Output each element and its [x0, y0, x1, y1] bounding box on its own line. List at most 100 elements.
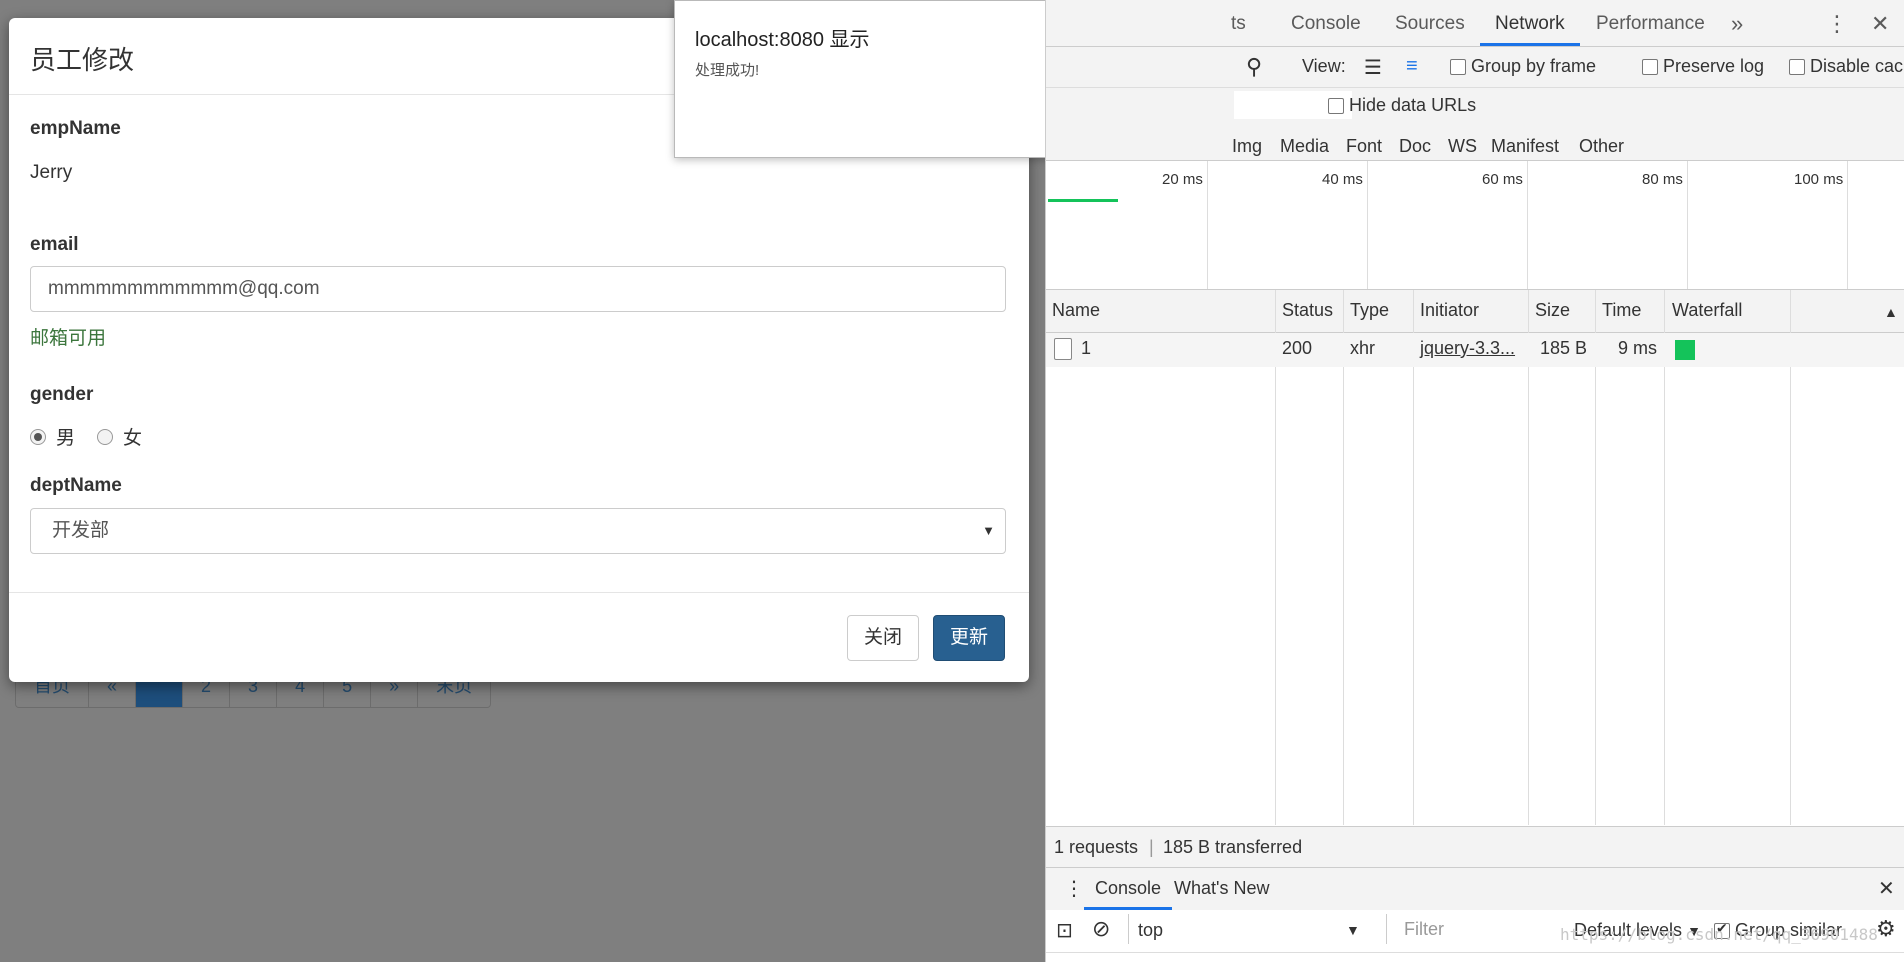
- view-label: View:: [1302, 56, 1346, 76]
- preserve-log-checkbox[interactable]: [1642, 59, 1658, 76]
- drawer-tab-whats-new[interactable]: What's New: [1174, 878, 1269, 899]
- filter-doc[interactable]: Doc: [1399, 136, 1431, 157]
- network-summary-bar: 1 requests | 185 B transferred: [1046, 826, 1904, 868]
- email-input[interactable]: mmmmmmmmmmmm@qq.com: [30, 266, 1006, 312]
- column-divider[interactable]: [1595, 290, 1596, 825]
- disable-cache-label: Disable cac: [1810, 56, 1904, 76]
- gender-female-label: 女: [123, 428, 143, 449]
- drawer-menu-icon[interactable]: ⋮: [1064, 876, 1084, 901]
- group-by-frame-checkbox[interactable]: [1450, 59, 1466, 76]
- timeline-gridline: [1847, 161, 1848, 289]
- waterfall-view-icon[interactable]: ≡: [1406, 55, 1418, 78]
- row-status: 200: [1282, 338, 1313, 358]
- kebab-menu-icon[interactable]: ⋮: [1826, 0, 1848, 46]
- dept-select[interactable]: 开发部 ▼: [30, 508, 1006, 554]
- close-icon[interactable]: ✕: [1871, 0, 1889, 46]
- email-label: email: [30, 234, 79, 255]
- modal-title: 员工修改: [30, 45, 135, 75]
- close-button[interactable]: 关闭: [847, 615, 920, 661]
- timeline-tick: 20 ms: [1162, 171, 1203, 188]
- sort-up-icon[interactable]: ▲: [1884, 304, 1898, 320]
- gender-male-radio[interactable]: [30, 428, 46, 445]
- gender-radio-group: 男 女: [30, 423, 142, 450]
- col-name[interactable]: Name: [1052, 300, 1100, 321]
- tab-network[interactable]: Network: [1480, 0, 1580, 46]
- network-timeline[interactable]: 20 ms 40 ms 60 ms 80 ms 100 ms: [1046, 161, 1904, 290]
- timeline-tick: 60 ms: [1482, 171, 1523, 188]
- context-chevron-down-icon: ▼: [1346, 922, 1360, 938]
- watermark: https://blog.csdn.net/qq_36901488: [1560, 925, 1878, 944]
- drawer-tabbar: ⋮ Console What's New ✕: [1046, 867, 1904, 911]
- timeline-gridline: [1367, 161, 1368, 289]
- gear-icon[interactable]: ⚙: [1876, 916, 1896, 942]
- col-status[interactable]: Status: [1282, 300, 1333, 321]
- filter-font[interactable]: Font: [1346, 136, 1382, 157]
- tab-elements[interactable]: ts: [1231, 0, 1246, 46]
- sidebar-toggle-icon[interactable]: ⊡: [1056, 918, 1073, 943]
- list-view-icon[interactable]: ☰: [1364, 55, 1382, 80]
- network-toolbar: ⚲ View: ☰ ≡ Group by frame Preserve log …: [1046, 47, 1904, 88]
- emp-name-label: empName: [30, 118, 121, 139]
- alert-message: 处理成功!: [695, 62, 760, 79]
- preserve-log-option[interactable]: Preserve log: [1642, 56, 1764, 77]
- disable-cache-option[interactable]: Disable cac: [1789, 56, 1903, 77]
- preserve-log-label: Preserve log: [1663, 56, 1765, 76]
- modal-footer: 关闭 更新: [9, 592, 1029, 683]
- filter-manifest[interactable]: Manifest: [1491, 136, 1559, 157]
- dept-label: deptName: [30, 475, 122, 496]
- clear-console-icon[interactable]: ⊘: [1092, 916, 1110, 942]
- timeline-gridline: [1207, 161, 1208, 289]
- row-initiator-link[interactable]: jquery-3.3...: [1420, 338, 1515, 359]
- context-value: top: [1138, 920, 1164, 940]
- timeline-gridline: [1687, 161, 1688, 289]
- column-divider[interactable]: [1413, 290, 1414, 825]
- gender-label: gender: [30, 384, 94, 405]
- col-waterfall[interactable]: Waterfall: [1672, 300, 1742, 321]
- tab-performance[interactable]: Performance: [1596, 0, 1705, 46]
- column-divider[interactable]: [1528, 290, 1529, 825]
- col-type[interactable]: Type: [1350, 300, 1389, 321]
- col-time[interactable]: Time: [1602, 300, 1641, 321]
- summary-requests: 1 requests: [1054, 837, 1139, 857]
- search-icon[interactable]: ⚲: [1246, 54, 1262, 80]
- toolbar-divider: [1386, 914, 1387, 944]
- context-select[interactable]: top: [1138, 920, 1163, 941]
- tab-sources[interactable]: Sources: [1395, 0, 1465, 46]
- group-by-frame-option[interactable]: Group by frame: [1450, 56, 1596, 77]
- col-size[interactable]: Size: [1535, 300, 1570, 321]
- filter-other[interactable]: Other: [1579, 136, 1624, 157]
- hide-data-urls-checkbox[interactable]: [1328, 98, 1344, 115]
- disable-cache-checkbox[interactable]: [1789, 59, 1805, 76]
- console-filter-input[interactable]: Filter: [1396, 915, 1546, 943]
- column-divider[interactable]: [1664, 290, 1665, 825]
- update-button[interactable]: 更新: [933, 615, 1006, 661]
- tab-console[interactable]: Console: [1291, 0, 1361, 46]
- timeline-request-bar: [1048, 199, 1118, 202]
- filter-img[interactable]: Img: [1232, 136, 1262, 157]
- gender-female-radio[interactable]: [97, 428, 114, 445]
- emp-name-value: Jerry: [30, 162, 73, 183]
- row-time: 9 ms: [1618, 338, 1658, 358]
- row-name[interactable]: 1: [1081, 338, 1091, 359]
- filter-ws[interactable]: WS: [1448, 136, 1477, 157]
- filter-media[interactable]: Media: [1280, 136, 1329, 157]
- timeline-tick: 80 ms: [1642, 171, 1683, 188]
- summary-divider: |: [1149, 837, 1154, 857]
- column-divider[interactable]: [1343, 290, 1344, 825]
- column-divider[interactable]: [1275, 290, 1276, 825]
- more-tabs-icon[interactable]: »: [1731, 0, 1743, 46]
- drawer-tab-console[interactable]: Console: [1084, 868, 1173, 910]
- drawer-close-icon[interactable]: ✕: [1878, 876, 1895, 901]
- row-doc-icon: [1054, 338, 1072, 361]
- timeline-tick: 40 ms: [1322, 171, 1363, 188]
- devtools-tabbar: ts Console Sources Network Performance »…: [1046, 0, 1904, 47]
- email-help-text: 邮箱可用: [30, 328, 107, 349]
- waterfall-gridline: [1790, 290, 1791, 825]
- dept-select-value: 开发部: [52, 520, 110, 541]
- row-type: xhr: [1350, 338, 1376, 358]
- hide-data-urls-option[interactable]: Hide data URLs: [1328, 95, 1476, 116]
- col-initiator[interactable]: Initiator: [1420, 300, 1479, 321]
- chevron-down-icon: ▼: [982, 523, 995, 538]
- gender-male-label: 男: [56, 428, 76, 449]
- hide-data-urls-label: Hide data URLs: [1349, 95, 1477, 115]
